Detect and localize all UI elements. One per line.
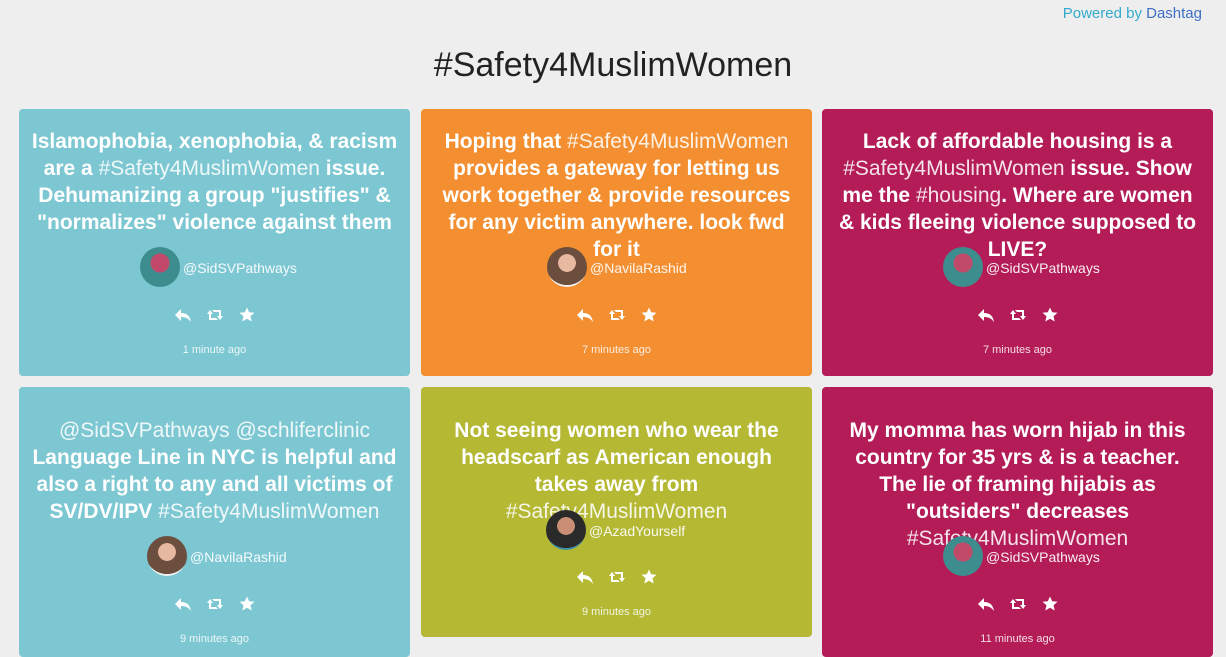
author-handle[interactable]: @NavilaRashid xyxy=(590,260,687,276)
hashtag-link[interactable]: #housing xyxy=(916,184,1001,207)
tweet-text: Lack of affordable housing is a #Safety4… xyxy=(838,130,1197,261)
retweet-icon[interactable] xyxy=(608,568,626,586)
tweet-actions xyxy=(421,568,812,586)
tweet-author[interactable]: @SidSVPathways xyxy=(19,247,410,287)
avatar[interactable] xyxy=(943,536,983,576)
star-icon[interactable] xyxy=(238,306,256,324)
tweet-text: My momma has worn hijab in this country … xyxy=(849,419,1186,550)
tweet-author[interactable]: @SidSVPathways xyxy=(822,536,1213,576)
tweet-author[interactable]: @NavilaRashid xyxy=(421,247,812,287)
tweet-text: Hoping that #Safety4MuslimWomen provides… xyxy=(442,130,791,261)
author-handle[interactable]: @SidSVPathways xyxy=(183,260,297,276)
tweet-actions xyxy=(822,306,1213,324)
tweet-text: Islamophobia, xenophobia, & racism are a… xyxy=(31,130,398,234)
tweet-time: 7 minutes ago xyxy=(982,344,1053,356)
avatar[interactable] xyxy=(147,536,187,576)
avatar[interactable] xyxy=(546,510,586,550)
dashtag-brand: Dashtag xyxy=(1146,5,1202,22)
tweet-text: Not seeing women who wear the headscarf … xyxy=(454,419,779,523)
tweet-card[interactable]: @SidSVPathways @schliferclinic Language … xyxy=(19,387,410,657)
author-handle[interactable]: @NavilaRashid xyxy=(190,549,287,565)
powered-prefix: Powered by xyxy=(1062,5,1142,22)
retweet-icon[interactable] xyxy=(1009,595,1027,613)
tweet-author[interactable]: @SidSVPathways xyxy=(822,247,1213,287)
tweet-time: 9 minutes ago xyxy=(179,633,250,645)
tweet-time: 7 minutes ago xyxy=(581,344,652,356)
hashtag-link[interactable]: #Safety4MuslimWomen xyxy=(158,500,379,523)
tweet-actions xyxy=(19,306,410,324)
tweet-actions xyxy=(822,595,1213,613)
avatar[interactable] xyxy=(943,247,983,287)
star-icon[interactable] xyxy=(238,595,256,613)
tweet-actions xyxy=(19,595,410,613)
retweet-icon[interactable] xyxy=(206,306,224,324)
author-handle[interactable]: @SidSVPathways xyxy=(986,549,1100,565)
star-icon[interactable] xyxy=(1041,595,1059,613)
tweet-grid: Islamophobia, xenophobia, & racism are a… xyxy=(19,109,1214,657)
reply-icon[interactable] xyxy=(174,306,192,324)
tweet-actions xyxy=(421,306,812,324)
avatar[interactable] xyxy=(547,247,587,287)
tweet-time: 1 minute ago xyxy=(182,344,247,356)
retweet-icon[interactable] xyxy=(608,306,626,324)
reply-icon[interactable] xyxy=(977,306,995,324)
hashtag-link[interactable]: #Safety4MuslimWomen xyxy=(99,157,320,180)
retweet-icon[interactable] xyxy=(1009,306,1027,324)
tweet-card[interactable]: Islamophobia, xenophobia, & racism are a… xyxy=(19,109,410,376)
tweet-time: 9 minutes ago xyxy=(581,606,652,618)
tweet-card[interactable]: My momma has worn hijab in this country … xyxy=(822,387,1213,657)
author-handle[interactable]: @SidSVPathways xyxy=(986,260,1100,276)
reply-icon[interactable] xyxy=(576,568,594,586)
avatar[interactable] xyxy=(140,247,180,287)
tweet-author[interactable]: @NavilaRashid xyxy=(19,536,410,576)
tweet-card[interactable]: Lack of affordable housing is a #Safety4… xyxy=(822,109,1213,376)
retweet-icon[interactable] xyxy=(206,595,224,613)
reply-icon[interactable] xyxy=(977,595,995,613)
star-icon[interactable] xyxy=(640,306,658,324)
mention-link[interactable]: @SidSVPathways @schliferclinic xyxy=(59,419,370,442)
reply-icon[interactable] xyxy=(576,306,594,324)
page-title: #Safety4MuslimWomen xyxy=(433,46,793,84)
tweet-text: @SidSVPathways @schliferclinic Language … xyxy=(32,419,397,523)
hashtag-link[interactable]: #Safety4MuslimWomen xyxy=(843,157,1064,180)
tweet-card[interactable]: Hoping that #Safety4MuslimWomen provides… xyxy=(421,109,812,376)
star-icon[interactable] xyxy=(640,568,658,586)
reply-icon[interactable] xyxy=(174,595,192,613)
tweet-card[interactable]: Not seeing women who wear the headscarf … xyxy=(421,387,812,637)
hashtag-link[interactable]: #Safety4MuslimWomen xyxy=(567,130,788,153)
powered-by-link[interactable]: Powered by Dashtag xyxy=(1063,5,1202,22)
tweet-author[interactable]: @AzadYourself xyxy=(421,510,812,550)
author-handle[interactable]: @AzadYourself xyxy=(589,523,685,539)
star-icon[interactable] xyxy=(1041,306,1059,324)
tweet-time: 11 minutes ago xyxy=(980,633,1055,645)
